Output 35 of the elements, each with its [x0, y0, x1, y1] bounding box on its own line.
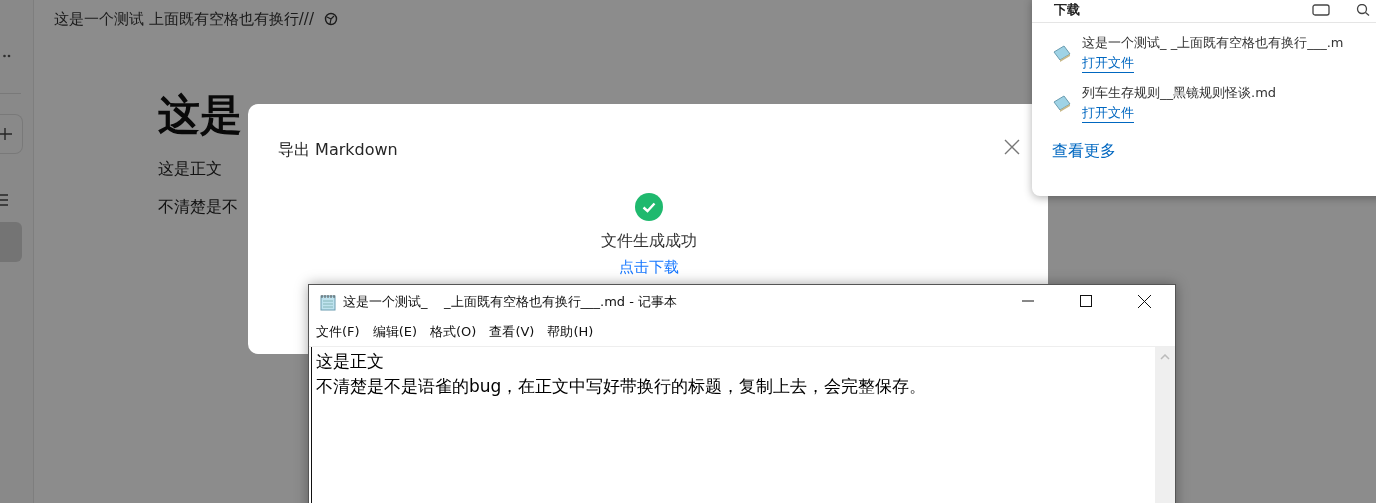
- success-check-icon: [635, 193, 663, 221]
- menu-item[interactable]: 文件(F): [316, 323, 360, 341]
- folder-icon[interactable]: [1312, 4, 1330, 16]
- search-icon[interactable]: [1356, 4, 1370, 16]
- success-message: 文件生成成功: [601, 231, 697, 252]
- paragraph: 这是正文: [158, 158, 222, 181]
- scrollbar[interactable]: [1155, 347, 1175, 503]
- add-button[interactable]: [0, 114, 23, 154]
- paragraph: 不清楚是不: [158, 196, 238, 219]
- open-file-link[interactable]: 打开文件: [1082, 103, 1134, 123]
- maximize-icon[interactable]: [1080, 295, 1092, 307]
- download-link[interactable]: 点击下载: [619, 258, 679, 277]
- text-line: 这是正文: [316, 350, 385, 373]
- close-icon[interactable]: [1138, 295, 1151, 308]
- notepad-file-icon: [1052, 94, 1072, 112]
- menu-item[interactable]: 帮助(H): [547, 323, 594, 341]
- menu-item[interactable]: 查看(V): [489, 323, 535, 341]
- menu-item[interactable]: 格式(O): [430, 323, 477, 341]
- notepad-file-icon: [1052, 44, 1072, 62]
- more-icon[interactable]: [3, 54, 11, 58]
- downloads-title: 下载: [1054, 1, 1080, 19]
- list-icon[interactable]: [0, 194, 8, 206]
- window-title: 这是一个测试_ _上面既有空格也有换行___.md - 记事本: [343, 292, 679, 311]
- file-name: 这是一个测试_ _上面既有空格也有换行___.m: [1082, 34, 1344, 52]
- status-icon[interactable]: [323, 12, 338, 26]
- file-name: 列车生存规则__黑镜规则怪谈.md: [1082, 84, 1277, 102]
- menu-item[interactable]: 编辑(E): [372, 323, 417, 341]
- dialog-title: 导出 Markdown: [278, 140, 398, 161]
- open-file-link[interactable]: 打开文件: [1082, 53, 1134, 73]
- see-more-link[interactable]: 查看更多: [1052, 141, 1116, 162]
- document-title: 这是一个测试 上面既有空格也有换行///: [54, 9, 314, 29]
- notepad-app-icon: [319, 292, 337, 311]
- plus-icon: [0, 128, 12, 140]
- document-heading: 这是: [158, 90, 242, 141]
- text-line: 不清楚是不是语雀的bug，在正文中写好带换行的标题，复制上去，会完整保存。: [316, 375, 928, 398]
